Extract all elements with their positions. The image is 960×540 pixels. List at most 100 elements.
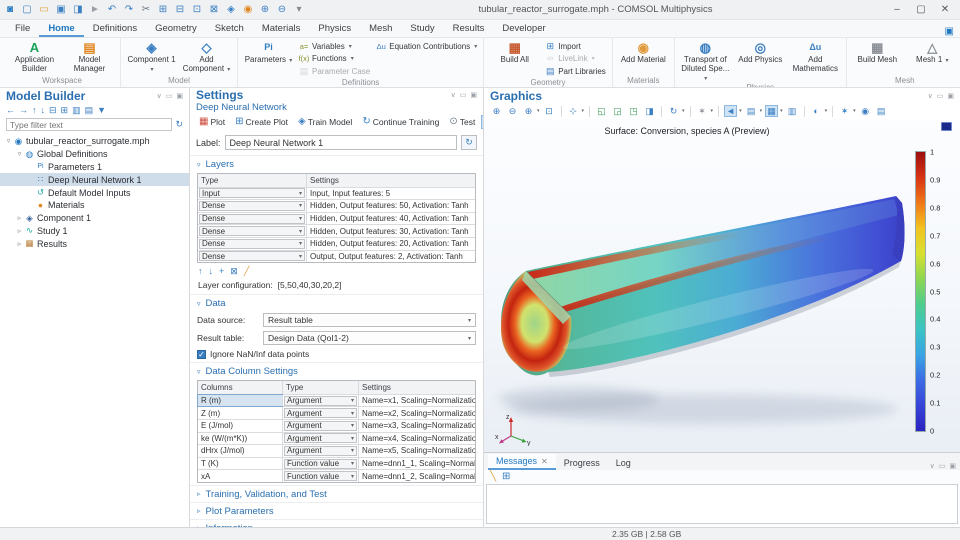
scene-light-button[interactable]: ✶ [696, 105, 709, 117]
copy-messages-icon[interactable]: ⊞ [502, 472, 510, 482]
ribbon-button-parameters[interactable]: PiParameters ▾ [241, 39, 296, 65]
settings-toolbar-continue-training-button[interactable]: ↻Continue Training [358, 115, 443, 129]
go-to-default-view-button[interactable]: ⊹ [567, 105, 580, 117]
tree-node-dnn-node[interactable]: ∷Deep Neural Network 1 [0, 173, 189, 186]
move-up-icon[interactable]: ↑ [32, 106, 37, 115]
messages-content[interactable] [486, 484, 958, 524]
column-type-dropdown[interactable]: Argument▾ [284, 408, 357, 418]
clear-messages-icon[interactable]: ╲ [490, 472, 496, 482]
reactor-3d-surface[interactable] [488, 141, 928, 452]
tab-geometry[interactable]: Geometry [146, 21, 206, 37]
ribbon-button-application-builder[interactable]: AApplication Builder [7, 39, 62, 73]
column-name-cell[interactable]: dHrx (J/mol) [198, 445, 282, 457]
float-panel-icon[interactable]: ▭ [460, 91, 467, 99]
ribbon-button-build-mesh[interactable]: ▦Build Mesh [850, 39, 905, 64]
data-source-select[interactable]: Result table▾ [263, 313, 476, 327]
delete-icon[interactable]: ⊠ [208, 4, 220, 16]
column-type-dropdown[interactable]: Argument▾ [284, 446, 357, 456]
tab-home[interactable]: Home [39, 21, 83, 37]
undo-icon[interactable]: ↶ [106, 4, 118, 16]
add-icon[interactable]: + [219, 267, 224, 276]
collapse-all-icon[interactable]: ⊟ [49, 106, 57, 115]
go-to-xy-view-button[interactable]: ◱ [595, 105, 608, 117]
ribbon-button-part-libraries[interactable]: ▤Part Libraries [542, 65, 609, 78]
zoom-extents-button[interactable]: ⊡ [543, 105, 556, 117]
thumbnail-preview-icon[interactable] [941, 122, 952, 131]
back-icon[interactable]: ← [6, 106, 15, 115]
save-preview-icon[interactable]: ◨ [72, 4, 84, 16]
section-header-layers[interactable]: ▿Layers [190, 155, 483, 172]
rename-icon[interactable]: ↻ [461, 135, 477, 150]
column-name-cell[interactable]: ke (W/(m*K)) [198, 433, 282, 445]
zoom-in-button[interactable]: ⊕ [490, 105, 503, 117]
ribbon-button-parameter-case[interactable]: ▤Parameter Case [296, 65, 373, 78]
selection-appearance-button[interactable]: ◐ [810, 105, 823, 117]
layer-type-dropdown[interactable]: Input▾ [199, 188, 305, 198]
settings-toolbar-plot-button[interactable]: ▦Plot [195, 115, 229, 129]
ribbon-button-livelink[interactable]: ∞LiveLink▾ [542, 53, 609, 66]
column-name-cell[interactable]: xA [198, 470, 282, 482]
section-header-data[interactable]: ▿Data [190, 294, 483, 311]
settings-toolbar-train-model-button[interactable]: ◈Train Model [294, 115, 356, 129]
view-direction-button[interactable]: ◄ [724, 105, 737, 117]
filter-icon[interactable]: ▼ [97, 106, 106, 115]
layer-type-dropdown[interactable]: Dense▾ [199, 251, 305, 261]
ribbon-button-variables[interactable]: a=Variables▾ [296, 40, 373, 53]
plot-area[interactable]: Surface: Conversion, species A (Preview) [484, 119, 960, 452]
tab-materials[interactable]: Materials [253, 21, 310, 37]
tab-developer[interactable]: Developer [493, 21, 554, 37]
open-icon[interactable]: ▭ [38, 4, 50, 16]
dock-panel-icon[interactable]: ▣ [947, 92, 954, 100]
section-header-training-validation-and-test[interactable]: ▹Training, Validation, and Test [190, 485, 483, 502]
collapsed-arrow-icon[interactable]: ▹ [15, 214, 24, 222]
ribbon-button-model-manager[interactable]: ▤Model Manager [62, 39, 117, 73]
ribbon-button-add-material[interactable]: ◉Add Material [616, 39, 671, 64]
float-panel-icon[interactable]: ▭ [939, 462, 946, 470]
collapse-panel-icon[interactable]: ∨ [157, 92, 162, 100]
collapse-panel-icon[interactable]: ∨ [451, 91, 456, 99]
paste-icon[interactable]: ⊟ [174, 4, 186, 16]
column-name-cell[interactable]: Z (m) [198, 407, 282, 419]
redo-icon[interactable]: ↷ [123, 4, 135, 16]
layer-type-dropdown[interactable]: Dense▾ [199, 201, 305, 211]
ribbon-button-equation-contributions[interactable]: ΔuEquation Contributions▾ [373, 40, 480, 53]
tab-definitions[interactable]: Definitions [84, 21, 146, 37]
result-table-select[interactable]: Design Data (QoI1-2)▾ [263, 331, 476, 345]
zoom-box-button[interactable]: ⊕ [522, 105, 535, 117]
tree-filter-input[interactable] [6, 118, 172, 131]
go-to-xz-view-button[interactable]: ◳ [627, 105, 640, 117]
tree-node-study-node[interactable]: ▹∿Study 1 [0, 225, 189, 238]
tab-file[interactable]: File [6, 21, 39, 37]
move-down-icon[interactable]: ↓ [209, 267, 214, 276]
layer-type-dropdown[interactable]: Dense▾ [199, 226, 305, 236]
collapsed-arrow-icon[interactable]: ▹ [15, 227, 24, 235]
tree-node-materials-node[interactable]: ●Materials [0, 199, 189, 212]
data-table-button[interactable]: ▥ [786, 105, 799, 117]
move-up-icon[interactable]: ↑ [198, 267, 203, 276]
ribbon-button-transport-of-diluted-species[interactable]: ◍Transport of Diluted Spe... ▾ [678, 39, 733, 83]
image-overlay-button[interactable]: ▤ [745, 105, 758, 117]
ribbon-button-functions[interactable]: f(x)Functions▾ [296, 53, 373, 66]
new-file-icon[interactable]: ▢ [21, 4, 33, 16]
refresh-icon[interactable]: ↻ [175, 120, 183, 129]
messages-tab-progress[interactable]: Progress [556, 456, 608, 470]
tab-mesh[interactable]: Mesh [360, 21, 401, 37]
dock-panel-icon[interactable]: ▣ [470, 91, 477, 99]
ribbon-button-add-physics[interactable]: ◎Add Physics [733, 39, 788, 64]
checkbox-checked-icon[interactable]: ✓ [197, 350, 206, 359]
collapse-panel-icon[interactable]: ∨ [928, 92, 933, 100]
comsol-logo-icon[interactable]: ◙ [4, 4, 16, 16]
select-node-icon[interactable]: ◈ [225, 4, 237, 16]
ribbon-button-import[interactable]: ⊞Import [542, 40, 609, 53]
rotate-button[interactable]: ↻ [667, 105, 680, 117]
delete-icon[interactable]: ⊠ [230, 267, 238, 276]
ribbon-button-mesh[interactable]: △Mesh 1 ▾ [905, 39, 960, 65]
column-type-dropdown[interactable]: Argument▾ [284, 396, 357, 406]
section-header-information[interactable]: ▹Information [190, 519, 483, 527]
minimize-button[interactable]: – [886, 2, 908, 18]
play-icon[interactable]: ► [89, 4, 101, 16]
close-button[interactable]: ✕ [934, 2, 956, 18]
cut-icon[interactable]: ✂ [140, 4, 152, 16]
tree-node-global-definitions[interactable]: ▿◍Global Definitions [0, 148, 189, 161]
column-name-cell[interactable]: E (J/mol) [198, 420, 282, 432]
